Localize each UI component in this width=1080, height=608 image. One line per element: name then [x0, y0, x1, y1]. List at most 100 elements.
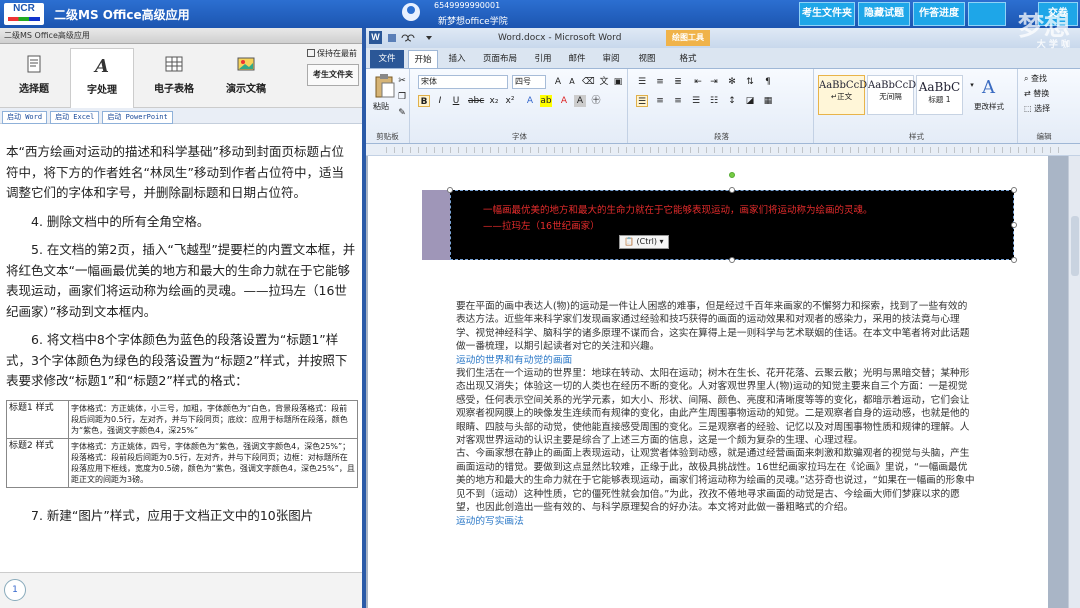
highlight-icon[interactable]: ab [540, 95, 552, 107]
document-icon [27, 55, 41, 73]
change-styles-icon[interactable]: A [980, 75, 1004, 97]
window-button[interactable] [968, 2, 1006, 26]
resize-handle[interactable] [1011, 187, 1017, 193]
svg-text:A: A [93, 56, 109, 75]
format-painter-icon[interactable]: ✎ [396, 107, 408, 119]
subscript-icon[interactable]: x₂ [488, 95, 500, 107]
align-left-icon[interactable]: ☰ [636, 95, 648, 107]
italic-icon[interactable]: I [434, 95, 446, 107]
horizontal-ruler[interactable] [366, 144, 1080, 156]
align-center-icon[interactable]: ≡ [654, 95, 666, 107]
replace-button[interactable]: ⇄ 替换 [1024, 88, 1049, 99]
select-label: 选择 [1034, 104, 1051, 113]
progress-button[interactable]: 作答进度 [913, 2, 965, 26]
shrink-font-icon[interactable]: A [566, 76, 578, 88]
styles-group: AaBbCcD ↵正文 AaBbCcD 无间隔 AaBbC 标题 1 ▾ A 更改样式… [816, 69, 1018, 143]
rotate-handle[interactable] [729, 172, 735, 178]
vertical-scrollbar[interactable] [1068, 156, 1080, 608]
strikethrough-icon[interactable]: abc [468, 95, 484, 107]
text-effects-icon[interactable]: A [524, 95, 536, 107]
increase-indent-icon[interactable]: ⇥ [708, 76, 720, 88]
change-styles-label[interactable]: 更改样式 [974, 101, 1004, 112]
style-name: ↵正文 [830, 92, 853, 101]
tab-page-layout[interactable]: 页面布局 [478, 50, 522, 68]
numbering-icon[interactable]: ≡ [654, 76, 666, 88]
hide-questions-button[interactable]: 隐藏试题 [858, 2, 910, 26]
tab-file[interactable]: 文件 [370, 50, 404, 68]
tab-references[interactable]: 引用 [528, 50, 558, 68]
tab-label: 演示文稿 [226, 84, 266, 95]
panel-folder-button[interactable]: 考生文件夹 [307, 64, 359, 86]
font-size-box[interactable]: 四号 [512, 75, 546, 89]
align-right-icon[interactable]: ≡ [672, 95, 684, 107]
scrollbar-thumb[interactable] [1071, 216, 1079, 276]
sidebar-text-box[interactable]: 一幅画最优美的地方和最大的生命力就在于它能够表现运动，画家们将运动称为绘画的灵魂… [450, 190, 1014, 260]
shading-icon[interactable]: ◪ [744, 95, 756, 107]
bullets-icon[interactable]: ☰ [636, 76, 648, 88]
char-border-icon[interactable]: ▣ [612, 76, 624, 88]
underline-icon[interactable]: U [450, 95, 462, 107]
style-normal[interactable]: AaBbCcD ↵正文 [818, 75, 867, 115]
bold-icon[interactable]: B [418, 95, 430, 107]
tab-home[interactable]: 开始 [408, 50, 438, 68]
document-page[interactable]: 一幅画最优美的地方和最大的生命力就在于它能够表现运动，画家们将运动称为绘画的灵魂… [368, 156, 1048, 608]
always-on-top-checkbox[interactable]: 保持在最前 [307, 48, 357, 59]
launch-powerpoint-button[interactable]: 启动 PowerPoint [102, 111, 173, 124]
clear-format-icon[interactable]: ⌫ [582, 76, 595, 88]
show-marks-icon[interactable]: ¶ [762, 76, 774, 88]
cut-icon[interactable]: ✂ [396, 75, 408, 87]
exam-folder-button[interactable]: 考生文件夹 [799, 2, 855, 26]
style-no-spacing[interactable]: AaBbCcD 无间隔 [867, 75, 916, 115]
tab-presentation[interactable]: 演示文稿 [214, 48, 278, 106]
justify-icon[interactable]: ☰ [690, 95, 702, 107]
tab-insert[interactable]: 插入 [442, 50, 472, 68]
tab-mailings[interactable]: 邮件 [562, 50, 592, 68]
page-indicator[interactable]: 1 [4, 579, 26, 601]
paste-icon[interactable] [374, 73, 396, 99]
launch-bar: 启动 Word 启动 Excel 启动 PowerPoint [0, 108, 362, 124]
task-paragraph: 5. 在文档的第2页，插入“飞越型”提要栏的内置文本框，并将红色文本“一幅画最优… [6, 242, 356, 319]
resize-handle[interactable] [447, 187, 453, 193]
style-gallery-more-icon[interactable]: ▾ [966, 79, 978, 91]
sort-icon[interactable]: ⇅ [744, 76, 756, 88]
paste-options-button[interactable]: 📋 (Ctrl) ▾ [619, 235, 669, 249]
decrease-indent-icon[interactable]: ⇤ [692, 76, 704, 88]
select-button[interactable]: ⬚ 选择 [1024, 103, 1050, 114]
phonetic-icon[interactable]: 文 [598, 76, 610, 88]
table-cell: 字体格式：方正姚体，小三号，加粗，字体颜色为“白色，背景段落格式：段前段后间距为… [68, 399, 358, 439]
tab-spreadsheet[interactable]: 电子表格 [142, 48, 206, 106]
quick-access-toolbar[interactable] [388, 33, 458, 43]
find-button[interactable]: ⌕ 查找 [1024, 73, 1047, 84]
resize-handle[interactable] [1011, 222, 1017, 228]
borders-icon[interactable]: ▦ [762, 95, 774, 107]
select-icon: ⬚ [1024, 104, 1035, 113]
launch-word-button[interactable]: 启动 Word [2, 111, 48, 124]
line-spacing-icon[interactable]: ↕ [726, 95, 738, 107]
resize-handle[interactable] [1011, 257, 1017, 263]
resize-handle[interactable] [729, 257, 735, 263]
ribbon-tabs: 文件 开始 插入 页面布局 引用 邮件 审阅 视图 格式 [366, 48, 1080, 68]
tab-view[interactable]: 视图 [632, 50, 662, 68]
style-heading-1[interactable]: AaBbC 标题 1 [916, 75, 963, 115]
copy-icon[interactable]: ❐ [396, 91, 408, 103]
multilevel-list-icon[interactable]: ≣ [672, 76, 684, 88]
launch-excel-button[interactable]: 启动 Excel [50, 111, 100, 124]
enclose-char-icon[interactable]: ㊉ [590, 95, 602, 107]
ribbon: 粘贴 ✂ ❐ ✎ 剪贴板 宋体 四号 A A ⌫ 文 ▣ B I U abc x… [366, 68, 1080, 144]
font-name-box[interactable]: 宋体 [418, 75, 508, 89]
distributed-icon[interactable]: ☷ [708, 95, 720, 107]
paste-label[interactable]: 粘贴 [373, 101, 389, 112]
char-shading-icon[interactable]: A [574, 95, 586, 107]
font-color-icon[interactable]: A [558, 95, 570, 107]
tab-word-processing[interactable]: A 字处理 [70, 48, 134, 108]
resize-handle[interactable] [729, 187, 735, 193]
tab-choice[interactable]: 选择题 [2, 48, 66, 106]
grow-font-icon[interactable]: A [552, 76, 564, 88]
tab-format[interactable]: 格式 [670, 50, 706, 68]
chinese-layout-icon[interactable]: ✻ [726, 76, 738, 88]
tab-review[interactable]: 审阅 [596, 50, 626, 68]
word-app-icon: W [369, 31, 382, 44]
superscript-icon[interactable]: x² [504, 95, 516, 107]
clipboard-group: 粘贴 ✂ ❐ ✎ 剪贴板 [366, 69, 410, 143]
paste-options-icon: 📋 [624, 237, 637, 246]
